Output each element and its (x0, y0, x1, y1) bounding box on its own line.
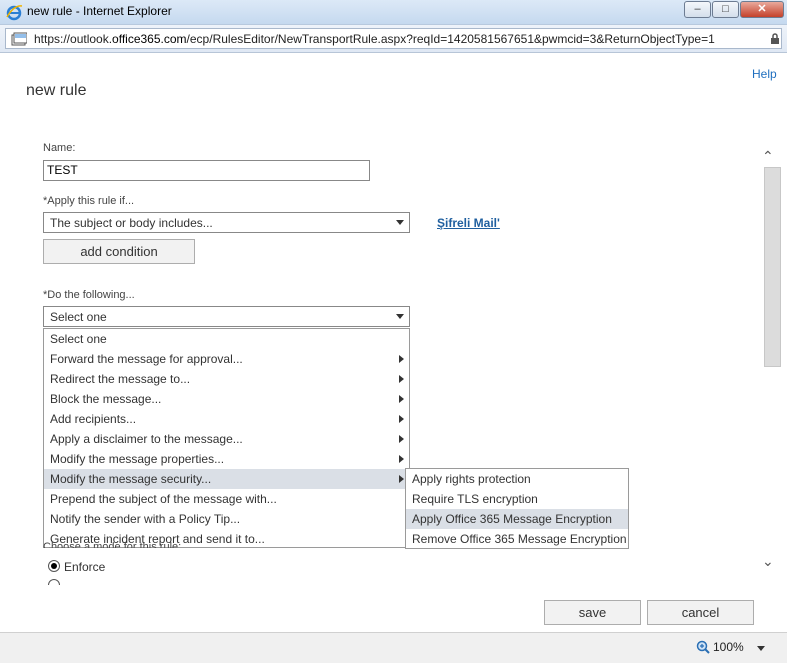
minimize-button[interactable]: – (684, 1, 711, 18)
scroll-up-icon[interactable]: ⌃ (762, 148, 774, 165)
chevron-down-icon (396, 220, 404, 225)
help-link[interactable]: Help (752, 67, 777, 81)
enforce-label: Enforce (64, 560, 106, 574)
dropdown-item-label: Select one (50, 332, 107, 346)
url-field[interactable]: https://outlook.office365.com/ecp/RulesE… (5, 28, 782, 49)
apply-rule-select-value: The subject or body includes... (50, 216, 213, 230)
dropdown-item-label: Forward the message for approval... (50, 352, 243, 366)
dropdown-item-label: Modify the message security... (50, 472, 212, 486)
dropdown-item[interactable]: Forward the message for approval... (44, 349, 409, 369)
dropdown-item[interactable]: Block the message... (44, 389, 409, 409)
submenu-item[interactable]: Remove Office 365 Message Encryption (406, 529, 628, 549)
window-title: new rule - Internet Explorer (27, 4, 172, 18)
dropdown-item-label: Block the message... (50, 392, 162, 406)
dropdown-item[interactable]: Add recipients... (44, 409, 409, 429)
security-submenu: Apply rights protection Require TLS encry… (405, 468, 629, 549)
dropdown-item[interactable]: Redirect the message to... (44, 369, 409, 389)
chevron-right-icon (399, 395, 404, 403)
status-bar: 100% (0, 632, 787, 663)
chevron-right-icon (399, 435, 404, 443)
zoom-icon (696, 640, 710, 654)
dropdown-item-label: Prepend the subject of the message with.… (50, 492, 277, 506)
radio-dot (51, 563, 57, 569)
page-icon (11, 32, 27, 46)
cancel-button[interactable]: cancel (647, 600, 754, 625)
submenu-item[interactable]: Apply rights protection (406, 469, 628, 489)
action-select[interactable]: Select one (43, 306, 410, 327)
condition-words-link[interactable]: Şifreli Mail' (437, 216, 500, 230)
dropdown-item-label: Modify the message properties... (50, 452, 225, 466)
dropdown-item[interactable]: Modify the message properties... (44, 449, 409, 469)
apply-rule-select[interactable]: The subject or body includes... (43, 212, 410, 233)
page-title: new rule (26, 82, 87, 99)
zoom-dropdown-icon[interactable] (757, 646, 765, 651)
url-text: https://outlook.office365.com/ecp/RulesE… (34, 32, 715, 46)
dropdown-item-label: Notify the sender with a Policy Tip... (50, 512, 241, 526)
dropdown-item[interactable]: Apply a disclaimer to the message... (44, 429, 409, 449)
scroll-down-icon[interactable]: ⌄ (762, 553, 774, 570)
dropdown-item-label: Redirect the message to... (50, 372, 191, 386)
lock-icon (771, 33, 779, 44)
submenu-item[interactable]: Require TLS encryption (406, 489, 628, 509)
dropdown-item[interactable]: Select one (44, 329, 409, 349)
chevron-down-icon (396, 314, 404, 319)
action-select-value: Select one (50, 310, 107, 324)
chevron-right-icon (399, 475, 404, 483)
chevron-right-icon (399, 415, 404, 423)
chevron-right-icon (399, 455, 404, 463)
address-bar: https://outlook.office365.com/ecp/RulesE… (0, 25, 787, 53)
dropdown-item[interactable]: Modify the message security... (44, 469, 409, 489)
dropdown-item[interactable]: Notify the sender with a Policy Tip... (44, 509, 409, 529)
second-radio[interactable] (48, 579, 60, 585)
chevron-right-icon (399, 355, 404, 363)
apply-rule-label: *Apply this rule if... (43, 195, 135, 207)
close-button[interactable]: ✕ (740, 1, 784, 18)
scrollbar-thumb[interactable] (764, 167, 781, 367)
do-following-label: *Do the following... (43, 289, 135, 301)
maximize-button[interactable]: □ (712, 1, 739, 18)
action-dropdown-list: Select one Forward the message for approv… (43, 328, 410, 548)
name-label: Name: (43, 142, 76, 154)
internet-explorer-icon (6, 5, 23, 21)
title-bar: new rule - Internet Explorer – □ ✕ (0, 0, 787, 25)
save-button[interactable]: save (544, 600, 641, 625)
add-condition-button[interactable]: add condition (43, 239, 195, 264)
chevron-right-icon (399, 375, 404, 383)
zoom-level[interactable]: 100% (713, 640, 744, 654)
submenu-item[interactable]: Apply Office 365 Message Encryption (406, 509, 628, 529)
dropdown-item-label: Add recipients... (50, 412, 137, 426)
dropdown-item[interactable]: Prepend the subject of the message with.… (44, 489, 409, 509)
enforce-radio[interactable] (48, 560, 60, 572)
mode-label: Choose a mode for this rule: (43, 541, 182, 548)
dropdown-item-label: Apply a disclaimer to the message... (50, 432, 243, 446)
name-input[interactable]: TEST (43, 160, 370, 181)
